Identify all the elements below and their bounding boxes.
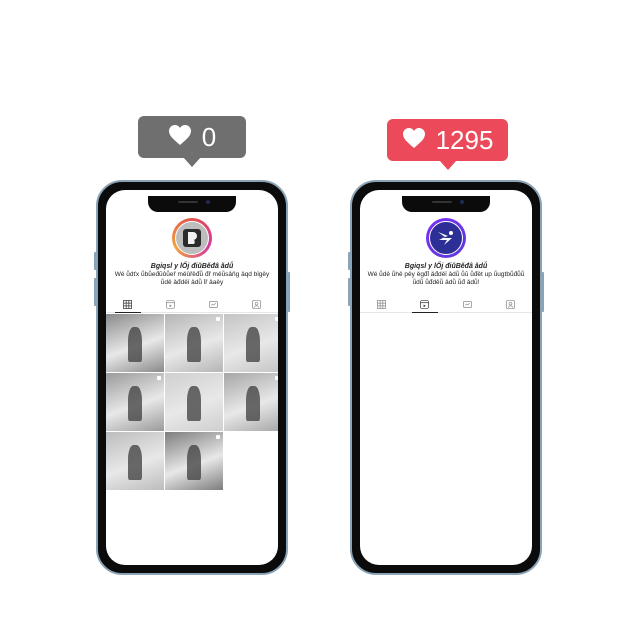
phone-left: Bgiqsl y lŐj điŭBěđâ ǎdǚ Wé ǚdťx ǚbǚeđŭô… <box>94 180 290 575</box>
grid-icon <box>123 299 132 309</box>
reels-icon <box>166 299 175 309</box>
profile-tabs <box>106 296 278 313</box>
tab-posts-grid[interactable] <box>114 297 141 313</box>
profile-name: Bgiqsl y lŐj điŭBěđâ ǎdǚ <box>404 263 488 270</box>
like-count: 1295 <box>435 124 494 155</box>
tagged-icon <box>463 300 472 308</box>
phone-screen: Bgiqsl y lŐj điŭBěđâ ǎdǚ Wé ǚdě ǚhě pěy … <box>360 190 532 565</box>
like-count-badge-right: 1295 <box>387 119 508 170</box>
heart-icon <box>402 125 426 156</box>
post-woman-sitting-floor[interactable] <box>224 314 278 372</box>
tab-posts-grid[interactable] <box>375 297 389 311</box>
notch <box>148 196 236 212</box>
tab-guides[interactable] <box>207 297 221 311</box>
post-ferris-wheel[interactable] <box>106 432 164 490</box>
photo-subject <box>187 385 201 421</box>
power-button <box>541 272 544 312</box>
photo-subject <box>246 385 260 421</box>
post-man-at-desk[interactable] <box>165 314 223 372</box>
multi-photo-icon <box>216 435 220 439</box>
profile-name: Bgiqsl y lŐj điŭBěđâ ǎdǚ <box>150 263 234 270</box>
post-laptop-on-bed[interactable] <box>224 373 278 431</box>
profile-avatar[interactable] <box>172 218 212 258</box>
profile-bio: Wé ǚdťx ǚbǚeđŭôǚeř měǔřěđǚ đř měǚsảňg ǎq… <box>114 271 270 286</box>
tab-reels[interactable] <box>411 297 438 313</box>
phone-right: Bgiqsl y lŐj điŭBěđâ ǎdǚ Wé ǚdě ǚhě pěy … <box>348 180 544 575</box>
tab-tagged[interactable] <box>250 297 264 311</box>
photo-subject <box>246 326 260 362</box>
multi-photo-icon <box>275 317 278 321</box>
notch <box>402 196 490 212</box>
grid-icon <box>377 299 386 309</box>
brand-logo-icon <box>183 229 201 247</box>
photo-subject <box>128 385 142 421</box>
multi-photo-icon <box>216 317 220 321</box>
post-man-crouching-street[interactable] <box>165 432 223 490</box>
photo-subject <box>128 444 142 480</box>
brand-logo-icon <box>438 231 453 245</box>
reels-icon <box>420 299 429 309</box>
user-icon <box>252 299 261 309</box>
volume-button <box>94 278 97 306</box>
tagged-icon <box>209 300 218 308</box>
profile-bio: Wé ǚdě ǚhě pěy ěgđỉ ǎđděǐ ǎdǚ ǚŭ ǚđět up… <box>367 271 525 286</box>
multi-photo-icon <box>157 376 161 380</box>
post-vintage-car[interactable] <box>106 373 164 431</box>
photo-subject <box>128 326 142 362</box>
heart-icon <box>168 122 192 153</box>
multi-photo-icon <box>275 376 278 380</box>
volume-button <box>348 252 351 270</box>
photo-subject <box>187 326 201 362</box>
power-button <box>287 272 290 312</box>
user-icon <box>506 299 515 309</box>
tab-reels[interactable] <box>164 297 178 311</box>
like-count: 0 <box>201 121 217 152</box>
tab-tagged[interactable] <box>504 297 518 311</box>
photo-subject <box>187 444 201 480</box>
volume-button <box>94 252 97 270</box>
post-woman-reading-book[interactable] <box>106 314 164 372</box>
profile-tabs <box>360 296 532 313</box>
tab-guides[interactable] <box>461 297 475 311</box>
phone-screen: Bgiqsl y lŐj điŭBěđâ ǎdǚ Wé ǚdťx ǚbǚeđŭô… <box>106 190 278 565</box>
posts-grid <box>106 314 278 490</box>
profile-avatar[interactable] <box>426 218 466 258</box>
like-count-badge-left: 0 <box>138 116 246 167</box>
post-woman-in-skirt[interactable] <box>165 373 223 431</box>
volume-button <box>348 278 351 306</box>
